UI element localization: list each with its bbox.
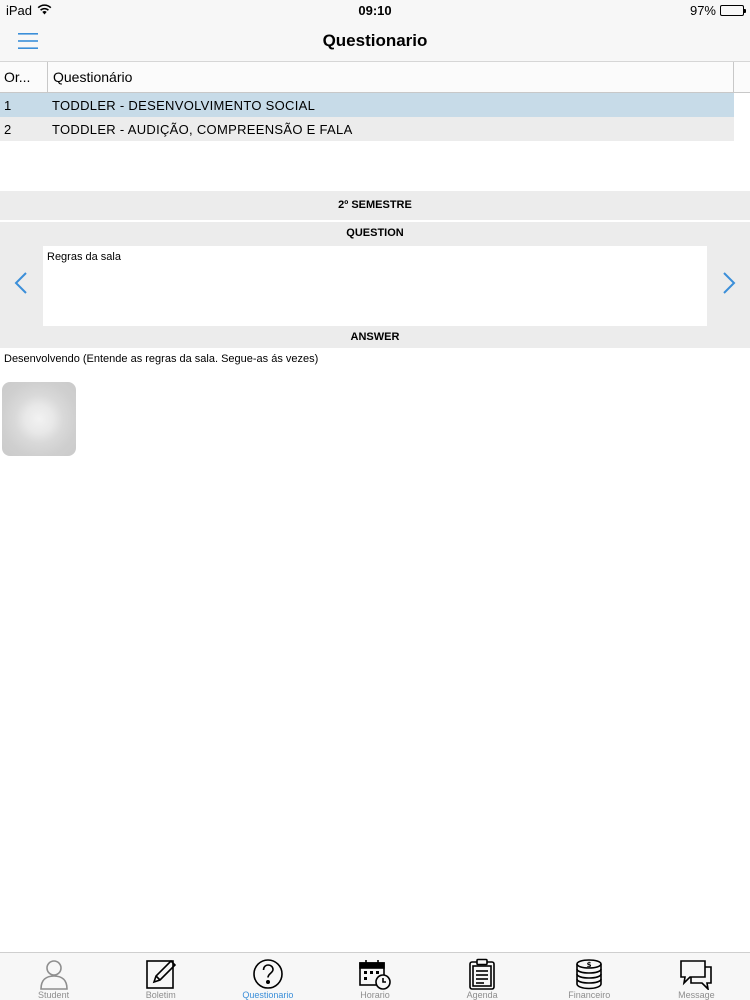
tab-label: Financeiro [568,990,611,1000]
battery-percent: 97% [689,3,716,18]
tab-boletim[interactable]: Boletim [107,953,214,1000]
tab-label: Message [678,990,715,1000]
svg-text:$: $ [587,961,592,969]
chat-bubbles-icon [679,957,713,990]
row-name: TODDLER - AUDIÇÃO, COMPREENSÃO E FALA [52,122,353,137]
questionnaire-grid: Or... Questionário 1 TODDLER - DESENVOLV… [0,62,750,141]
column-header-order[interactable]: Or... [0,62,48,92]
next-question-button[interactable] [708,244,750,326]
answer-image-placeholder[interactable] [2,382,76,456]
tab-horario[interactable]: Horario [321,953,428,1000]
question-text: Regras da sala [43,246,707,326]
calendar-clock-icon [358,957,392,990]
chevron-left-icon [14,271,28,299]
row-name: TODDLER - DESENVOLVIMENTO SOCIAL [52,98,316,113]
table-row[interactable]: 1 TODDLER - DESENVOLVIMENTO SOCIAL [0,93,750,117]
row-spacer [734,93,750,117]
tab-financeiro[interactable]: $ Financeiro [536,953,643,1000]
tab-bar: Student Boletim Questionario Horario Age… [0,952,750,1000]
tab-message[interactable]: Message [643,953,750,1000]
status-right: 97% [689,3,746,18]
tab-label: Boletim [145,990,176,1000]
answer-text: Desenvolvendo (Entende as regras da sala… [4,353,319,365]
row-spacer [734,117,750,141]
pencil-icon [144,957,178,990]
status-time: 09:10 [358,3,392,18]
tab-label: Questionario [242,990,294,1000]
header-spacer [734,62,750,92]
tab-questionario[interactable]: Questionario [214,953,321,1000]
chevron-right-icon [722,271,736,299]
tab-student[interactable]: Student [0,953,107,1000]
status-bar: iPad 09:10 97% [0,0,750,20]
tab-label: Agenda [466,990,498,1000]
question-icon [251,957,285,990]
table-row[interactable]: 2 TODDLER - AUDIÇÃO, COMPREENSÃO E FALA [0,117,750,141]
column-header-questionnaire[interactable]: Questionário [48,62,734,92]
tab-label: Horario [360,990,390,1000]
grid-header: Or... Questionário [0,62,750,93]
question-header: QUESTION [0,222,750,244]
battery-icon [720,5,746,16]
row-order: 1 [4,98,12,113]
question-area: Regras da sala [0,244,750,326]
tab-label: Student [38,990,70,1000]
page-title: Questionario [322,31,428,50]
nav-bar: Questionario [0,20,750,62]
answer-header: ANSWER [0,326,750,348]
previous-question-button[interactable] [0,244,42,326]
semester-header: 2º SEMESTRE [0,191,750,220]
row-order: 2 [4,122,12,137]
person-icon [37,957,71,990]
clipboard-icon [465,957,499,990]
coins-icon: $ [572,957,606,990]
tab-agenda[interactable]: Agenda [429,953,536,1000]
